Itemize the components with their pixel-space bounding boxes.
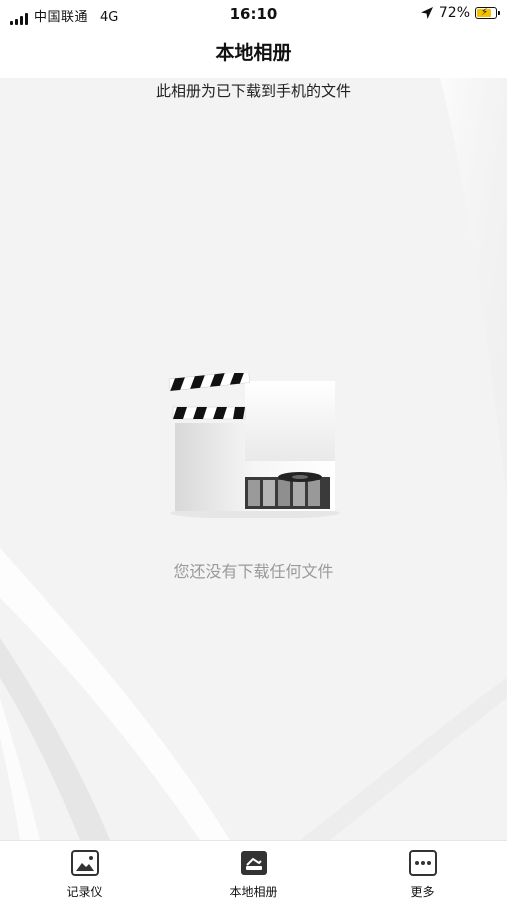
tab-label-more: 更多 [410,885,435,899]
status-bar: 中国联通 4G 16:10 72% ⚡ [0,0,507,28]
battery-icon: ⚡ [475,7,500,19]
local-album-icon [240,851,267,875]
more-dots-icon [408,850,437,876]
tab-local-album[interactable]: 本地相册 [169,841,338,900]
tab-label-local-album: 本地相册 [229,885,278,899]
album-subtitle: 此相册为已下载到手机的文件 [155,82,351,100]
page-title: 本地相册 [215,42,292,64]
album-content: 此相册为已下载到手机的文件 您还没有下载任何文件 [0,78,507,840]
tab-bar: 记录仪 本地相册 更多 [0,840,507,900]
tab-label-recorder: 记录仪 [66,885,103,899]
clapperboard-film-reel-icon [168,373,340,518]
location-arrow-icon [420,7,433,19]
tab-recorder[interactable]: 记录仪 [0,841,169,900]
picture-icon [70,850,99,876]
battery-percent: 72% [438,5,470,21]
tab-more[interactable]: 更多 [338,841,507,900]
status-right: 72% ⚡ [420,5,500,21]
navigation-bar: 本地相册 [0,28,507,78]
empty-state-message: 您还没有下载任何文件 [173,562,334,581]
